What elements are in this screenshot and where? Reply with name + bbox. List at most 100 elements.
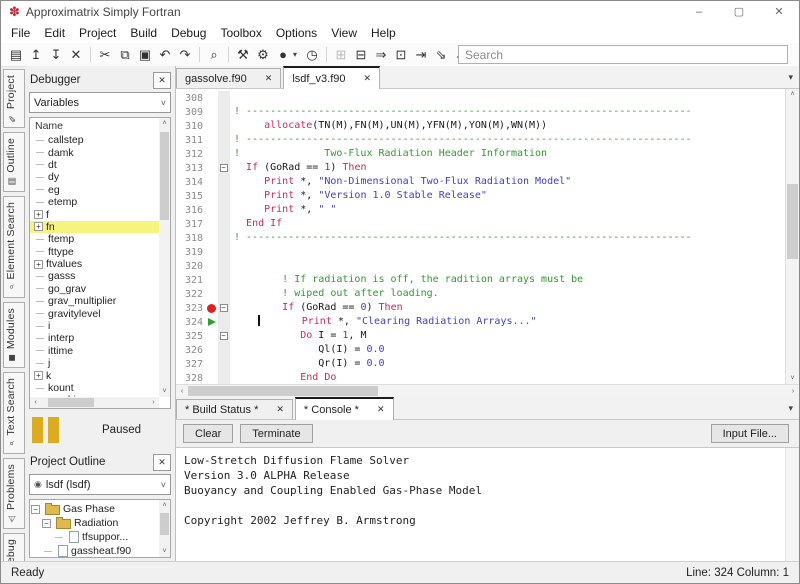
project-select[interactable]: ◉ lsdf (lsdf) ˅: [29, 474, 171, 495]
outline-item-radiation[interactable]: −Radiation: [30, 516, 159, 530]
paste-icon[interactable]: ▣: [135, 45, 155, 65]
scroll-right-icon[interactable]: ›: [787, 386, 799, 397]
variable-row-damk[interactable]: damk: [30, 146, 159, 158]
code-line-309[interactable]: 309! -----------------------------------…: [176, 105, 785, 119]
build-target-icon[interactable]: ●: [273, 45, 293, 65]
variable-row-ittime[interactable]: ittime: [30, 345, 159, 357]
undo-icon[interactable]: ↶: [155, 45, 175, 65]
variables-vertical-scrollbar[interactable]: ˄ ˅: [159, 118, 170, 397]
scroll-down-icon[interactable]: ˅: [786, 373, 799, 384]
scroll-down-icon[interactable]: ˅: [159, 386, 170, 397]
scrollbar-thumb[interactable]: [160, 132, 169, 220]
fold-collapse-icon[interactable]: −: [218, 161, 230, 175]
build-target-icon-dropdown[interactable]: ▾: [293, 50, 302, 59]
clear-button[interactable]: Clear: [183, 424, 233, 443]
close-tab-icon[interactable]: ✕: [276, 404, 284, 415]
break-icon[interactable]: ⊡: [391, 45, 411, 65]
tab-overflow-icon[interactable]: ▾: [788, 403, 793, 414]
debugger-view-select[interactable]: Variables ˅: [29, 92, 171, 113]
line-number[interactable]: 318: [176, 233, 206, 244]
current-line-arrow-icon[interactable]: [206, 315, 218, 329]
line-number[interactable]: 317: [176, 219, 206, 230]
line-number[interactable]: 324: [176, 317, 206, 328]
code-line-321[interactable]: 321 ! If radiation is off, the radition …: [176, 273, 785, 287]
line-number[interactable]: 328: [176, 373, 206, 384]
side-tab-modules[interactable]: ◼Modules: [3, 302, 25, 368]
editor-tab-gassolve-f90[interactable]: gassolve.f90✕: [176, 68, 281, 88]
clean-icon[interactable]: ⚒: [233, 45, 253, 65]
step-icon[interactable]: ⇥: [411, 45, 431, 65]
scrollbar-thumb[interactable]: [160, 513, 169, 535]
variable-row-grav_multiplier[interactable]: grav_multiplier: [30, 295, 159, 307]
close-file-icon[interactable]: ✕: [66, 45, 86, 65]
search-input[interactable]: [458, 45, 788, 64]
variable-row-ftemp[interactable]: ftemp: [30, 233, 159, 245]
variable-row-dt[interactable]: dt: [30, 159, 159, 171]
code-area[interactable]: 308309! --------------------------------…: [176, 89, 785, 384]
console-output[interactable]: Low-Stretch Diffusion Flame SolverVersio…: [176, 447, 799, 561]
variables-tree-header[interactable]: Name: [30, 118, 170, 133]
build-icon[interactable]: ⚙: [253, 45, 273, 65]
expand-icon[interactable]: +: [34, 260, 43, 269]
side-tab-element-search[interactable]: ⌕Element Search: [3, 196, 25, 298]
side-tab-problems[interactable]: ⚠Problems: [3, 458, 25, 529]
variable-row-gasss[interactable]: gasss: [30, 270, 159, 282]
fold-collapse-icon[interactable]: −: [218, 329, 230, 343]
tab-overflow-icon[interactable]: ▾: [788, 72, 793, 83]
outline-vertical-scrollbar[interactable]: ˄ ˅: [159, 500, 170, 557]
code-line-325[interactable]: 325− Do I = 1, M: [176, 329, 785, 343]
open-file-icon[interactable]: ↥: [26, 45, 46, 65]
close-outline-icon[interactable]: ✕: [153, 454, 171, 471]
menu-options[interactable]: Options: [269, 26, 324, 40]
variable-row-i[interactable]: i: [30, 320, 159, 332]
code-line-327[interactable]: 327 Qr(I) = 0.0: [176, 357, 785, 371]
line-number[interactable]: 310: [176, 121, 206, 132]
scroll-right-icon[interactable]: ›: [148, 397, 159, 408]
menu-view[interactable]: View: [324, 26, 364, 40]
collapse-icon[interactable]: −: [31, 505, 40, 514]
scroll-up-icon[interactable]: ˄: [786, 89, 799, 100]
debug-icon[interactable]: ⊟: [351, 45, 371, 65]
expand-icon[interactable]: +: [34, 371, 43, 380]
line-number[interactable]: 321: [176, 275, 206, 286]
expand-icon[interactable]: +: [34, 222, 43, 231]
variable-row-interp[interactable]: interp: [30, 332, 159, 344]
variable-row-k[interactable]: +k: [30, 369, 159, 381]
scroll-up-icon[interactable]: ˄: [159, 500, 170, 511]
close-debugger-icon[interactable]: ✕: [153, 72, 171, 89]
save-file-icon[interactable]: ↧: [46, 45, 66, 65]
menu-file[interactable]: File: [4, 26, 37, 40]
side-tab-text-search[interactable]: ⌕Text Search: [3, 372, 25, 454]
menu-edit[interactable]: Edit: [37, 26, 72, 40]
breakpoint-icon[interactable]: [206, 301, 218, 315]
collapse-icon[interactable]: −: [42, 519, 51, 528]
close-tab-icon[interactable]: ✕: [377, 404, 385, 415]
code-line-313[interactable]: 313− If (GoRad == 1) Then: [176, 161, 785, 175]
scroll-left-icon[interactable]: ‹: [30, 397, 41, 408]
scroll-down-icon[interactable]: ˅: [159, 546, 170, 557]
code-line-322[interactable]: 322 ! wiped out after loading.: [176, 287, 785, 301]
step-into-icon[interactable]: ⇘: [431, 45, 451, 65]
copy-icon[interactable]: ⧉: [115, 45, 135, 65]
find-icon[interactable]: ⌕: [204, 45, 224, 65]
side-tab-project[interactable]: ✎Project: [3, 69, 25, 128]
outline-item-tfsuppor-[interactable]: tfsuppor...: [30, 530, 159, 544]
line-number[interactable]: 309: [176, 107, 206, 118]
line-number[interactable]: 327: [176, 359, 206, 370]
code-line-317[interactable]: 317 End If: [176, 217, 785, 231]
input-file-button[interactable]: Input File...: [711, 424, 789, 443]
menu-build[interactable]: Build: [123, 26, 164, 40]
line-number[interactable]: 312: [176, 149, 206, 160]
outline-item-gassheat-f90[interactable]: gassheat.f90: [30, 544, 159, 557]
code-line-315[interactable]: 315 Print *, "Version 1.0 Stable Release…: [176, 189, 785, 203]
console-vertical-scrollbar[interactable]: [785, 448, 799, 561]
menu-project[interactable]: Project: [72, 26, 123, 40]
variable-row-ftvalues[interactable]: +ftvalues: [30, 258, 159, 270]
close-tab-icon[interactable]: ✕: [265, 73, 273, 84]
scrollbar-thumb[interactable]: [48, 398, 94, 407]
scrollbar-thumb[interactable]: [188, 386, 378, 396]
outline-item-gas-phase[interactable]: −Gas Phase: [30, 502, 159, 516]
menu-debug[interactable]: Debug: [164, 26, 213, 40]
maximize-button[interactable]: ▢: [719, 1, 759, 23]
code-line-320[interactable]: 320: [176, 259, 785, 273]
